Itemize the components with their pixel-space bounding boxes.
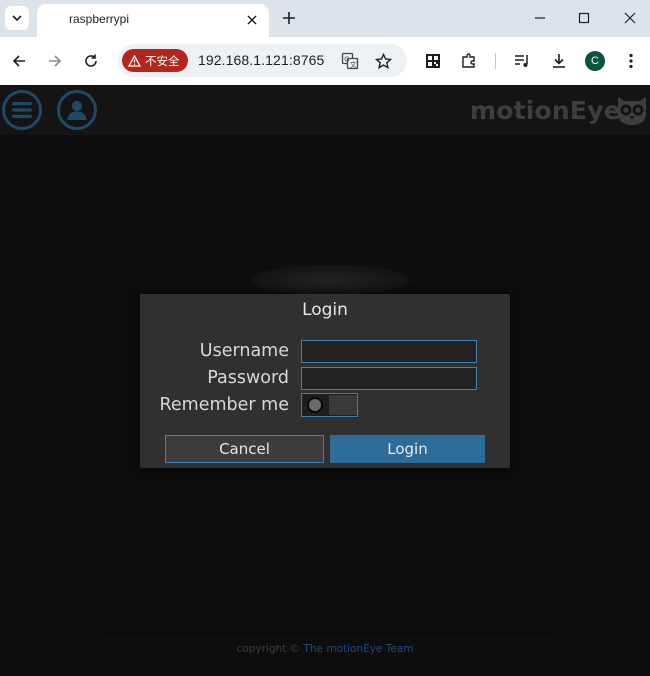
warning-icon: [128, 54, 141, 67]
team-link[interactable]: The motionEye Team: [303, 643, 413, 655]
media-control-button[interactable]: [510, 49, 534, 73]
url-text[interactable]: 192.168.1.121:8765: [198, 52, 324, 68]
new-tab-button[interactable]: [279, 8, 299, 28]
app-header: motionEye: [0, 85, 650, 135]
security-chip[interactable]: 不安全: [122, 49, 188, 72]
menu-icon: [12, 102, 32, 118]
minimize-button[interactable]: [527, 6, 553, 30]
toolbar-separator: [495, 53, 496, 69]
app-logo-text: motionEye: [470, 96, 621, 125]
downloads-button[interactable]: [547, 49, 571, 73]
browser-toolbar: 不安全 192.168.1.121:8765 G文 C: [0, 37, 650, 85]
translate-button[interactable]: G文: [338, 49, 362, 73]
close-window-button[interactable]: [617, 6, 643, 30]
back-button[interactable]: [7, 49, 31, 73]
remember-me-label: Remember me: [159, 395, 289, 415]
password-label: Password: [207, 368, 289, 388]
address-bar[interactable]: 不安全 192.168.1.121:8765 G文: [118, 44, 407, 77]
background-glow: [250, 265, 410, 295]
arrow-left-icon: [12, 55, 25, 67]
password-input[interactable]: [301, 367, 477, 390]
playlist-icon: [515, 55, 528, 67]
remember-me-toggle[interactable]: [301, 393, 358, 417]
close-icon: [247, 15, 257, 25]
extensions-button[interactable]: [457, 49, 481, 73]
bookmark-button[interactable]: [371, 49, 395, 73]
star-icon: [374, 52, 392, 69]
profile-avatar[interactable]: C: [585, 51, 605, 71]
plus-icon: [283, 12, 295, 24]
tab-search-button[interactable]: [5, 6, 29, 30]
copyright-text: copyright ©: [236, 643, 301, 655]
forward-button[interactable]: [43, 49, 67, 73]
main-menu-button[interactable]: [2, 90, 42, 130]
owl-logo-icon: [618, 97, 646, 125]
maximize-icon: [578, 12, 590, 24]
username-label: Username: [199, 341, 289, 361]
reload-button[interactable]: [79, 49, 103, 73]
login-dialog: Login Username Password Remember me Canc…: [140, 294, 510, 468]
security-label: 不安全: [145, 53, 180, 68]
puzzle-icon: [462, 53, 475, 68]
toggle-knob: [307, 397, 323, 413]
browser-menu-button[interactable]: [619, 49, 643, 73]
tab-close-button[interactable]: [243, 11, 261, 29]
cancel-button[interactable]: Cancel: [165, 435, 324, 463]
download-icon: [553, 54, 565, 68]
close-window-icon: [624, 12, 636, 24]
dialog-title: Login: [302, 300, 348, 320]
toggle-track: [329, 395, 357, 415]
user-icon: [67, 100, 87, 120]
translate-icon: G文: [341, 52, 359, 70]
tab-title: raspberrypi: [69, 12, 130, 26]
user-button[interactable]: [57, 90, 97, 130]
username-input[interactable]: [301, 340, 477, 363]
qr-code-icon: [426, 54, 440, 68]
footer: copyright © The motionEye Team: [0, 643, 650, 655]
qr-extension-button[interactable]: [421, 49, 445, 73]
maximize-button[interactable]: [571, 6, 597, 30]
arrow-right-icon: [49, 55, 62, 67]
footer-divider: [100, 638, 550, 639]
chevron-down-icon: [12, 15, 22, 22]
browser-tab-active[interactable]: raspberrypi: [37, 4, 269, 37]
minimize-icon: [535, 17, 545, 19]
svg-text:文: 文: [350, 60, 357, 69]
browser-tab-strip: raspberrypi: [0, 0, 650, 37]
more-vert-icon: [629, 53, 633, 69]
login-button[interactable]: Login: [330, 435, 485, 463]
reload-icon: [85, 54, 97, 67]
